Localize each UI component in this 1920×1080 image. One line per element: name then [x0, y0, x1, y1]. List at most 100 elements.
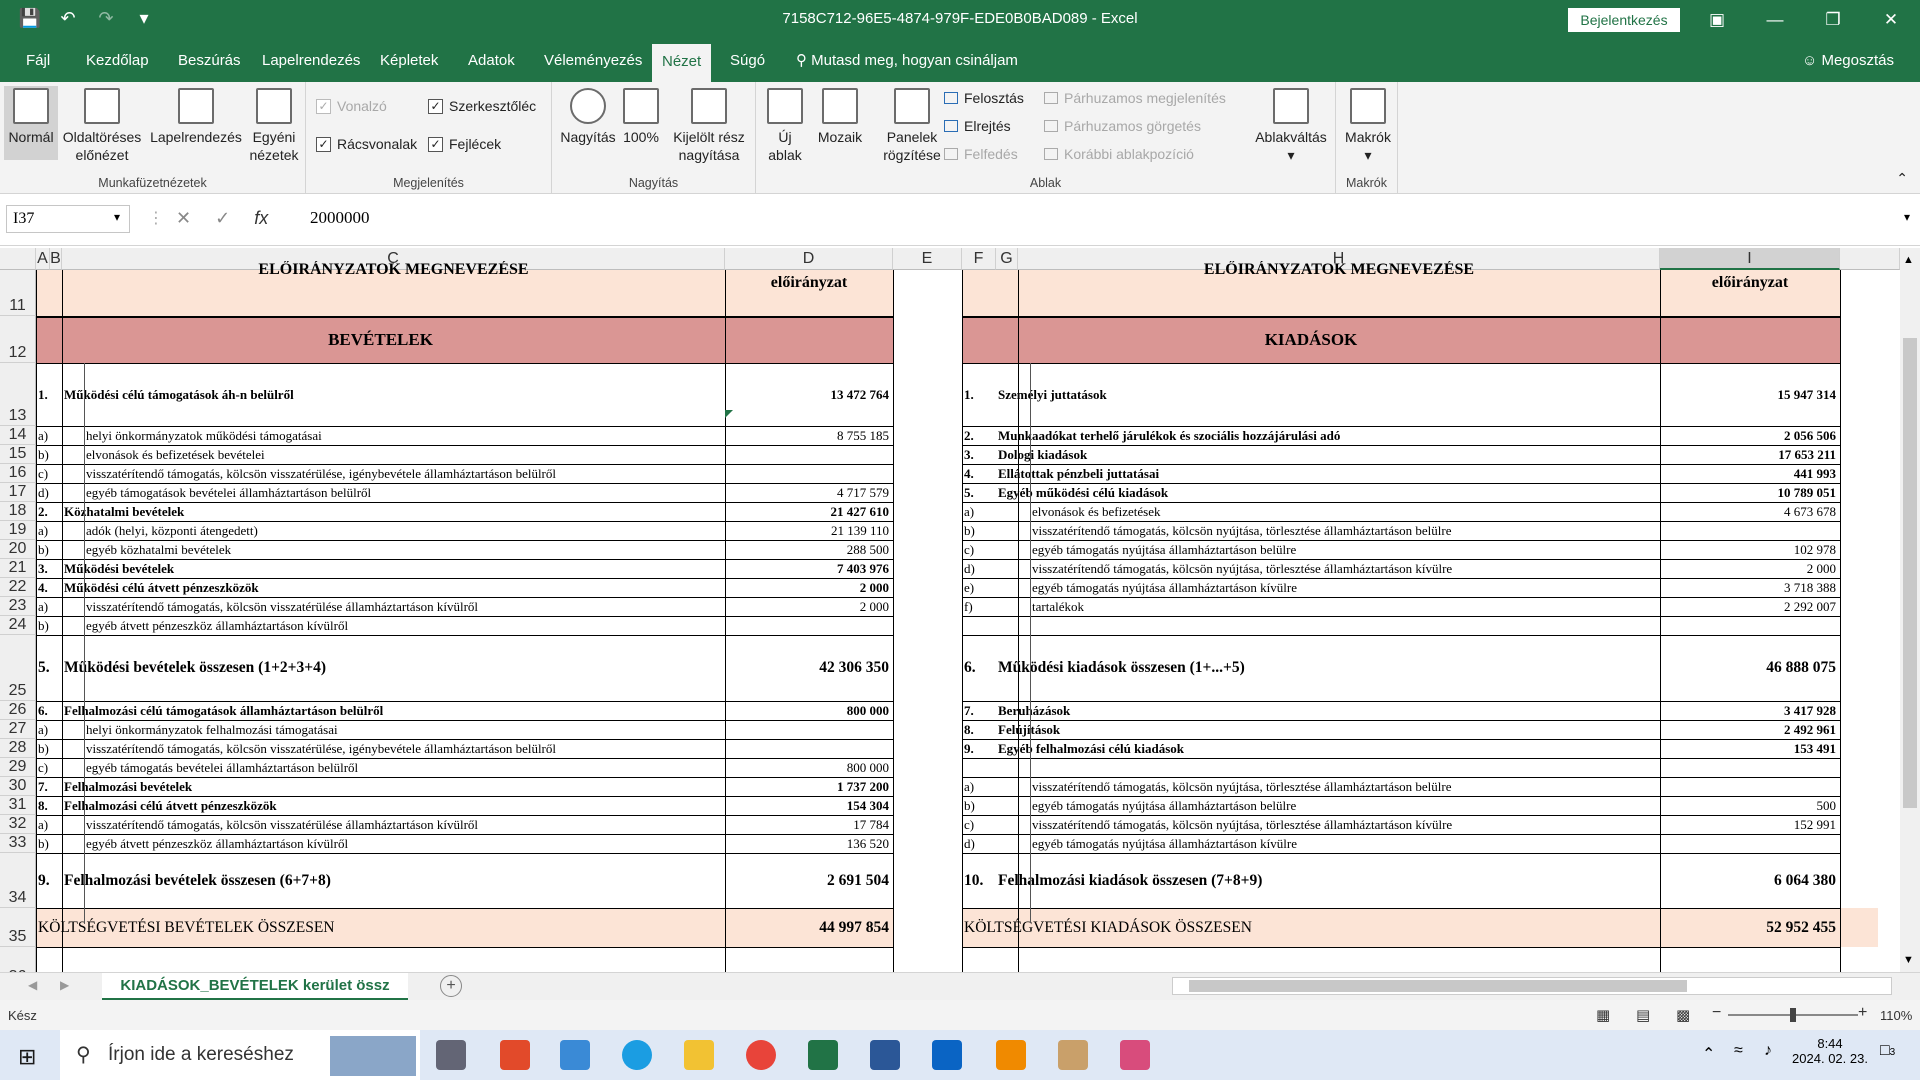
- row-header-13[interactable]: 13: [0, 363, 36, 426]
- row-header-31[interactable]: 31: [0, 796, 36, 815]
- zoom-selection-button[interactable]: Kijelölt rész nagyítása: [664, 86, 754, 164]
- drag-handle-icon[interactable]: ⋮: [148, 208, 164, 228]
- row-header-26[interactable]: 26: [0, 701, 36, 720]
- zoom-100-button[interactable]: 100%: [620, 86, 662, 146]
- enter-icon[interactable]: ✓: [215, 208, 230, 229]
- row-header-16[interactable]: 16: [0, 464, 36, 483]
- horizontal-scrollbar[interactable]: [1172, 977, 1892, 995]
- tab-file[interactable]: Fájl: [16, 40, 60, 82]
- excel-icon[interactable]: [808, 1040, 838, 1070]
- formula-input[interactable]: 2000000: [310, 208, 370, 228]
- wifi-icon[interactable]: ≈: [1734, 1042, 1743, 1060]
- prev-sheet-icon[interactable]: ◀: [28, 978, 37, 992]
- formula-bar-checkbox[interactable]: ✓ Szerkesztőléc: [428, 98, 536, 114]
- collapse-ribbon-icon[interactable]: ⌃: [1896, 170, 1908, 187]
- side-by-side-button[interactable]: Párhuzamos megjelenítés: [1044, 90, 1226, 106]
- sheet-tab[interactable]: KIADÁSOK_BEVÉTELEK kerület össz: [102, 973, 408, 1001]
- page-break-view-button[interactable]: Oldaltöréses előnézet: [60, 86, 144, 164]
- insert-function-icon[interactable]: fx: [254, 208, 268, 229]
- headings-checkbox[interactable]: ✓ Fejlécek: [428, 136, 501, 152]
- vertical-scrollbar[interactable]: ▲ ▼: [1900, 248, 1920, 972]
- row-header-32[interactable]: 32: [0, 815, 36, 834]
- macros-button[interactable]: Makrók ▾: [1342, 86, 1394, 164]
- vlc-icon[interactable]: [996, 1040, 1026, 1070]
- next-sheet-icon[interactable]: ▶: [60, 978, 69, 992]
- control-panel-icon[interactable]: [560, 1040, 590, 1070]
- zoom-out-icon[interactable]: −: [1712, 1004, 1721, 1022]
- unhide-button[interactable]: Felfedés: [944, 146, 1018, 162]
- normal-view-icon[interactable]: ▦: [1596, 1006, 1610, 1024]
- word-icon[interactable]: [870, 1040, 900, 1070]
- select-all-corner[interactable]: [0, 248, 36, 270]
- tab-home[interactable]: Kezdőlap: [76, 40, 159, 82]
- row-header-29[interactable]: 29: [0, 758, 36, 777]
- close-icon[interactable]: ✕: [1862, 0, 1920, 40]
- row-header-11[interactable]: 11: [0, 270, 36, 316]
- row-header-27[interactable]: 27: [0, 720, 36, 739]
- name-box[interactable]: I37: [6, 205, 130, 233]
- edge-icon[interactable]: [622, 1040, 652, 1070]
- page-layout-icon[interactable]: ▤: [1636, 1006, 1650, 1024]
- row-header-14[interactable]: 14: [0, 426, 36, 445]
- scroll-thumb[interactable]: [1903, 338, 1917, 808]
- volume-icon[interactable]: ♪: [1764, 1042, 1772, 1060]
- clock[interactable]: 8:44 2024. 02. 23.: [1790, 1036, 1870, 1066]
- row-header-36[interactable]: 36: [0, 947, 36, 972]
- tell-me[interactable]: ⚲ Mutasd meg, hogyan csináljam: [786, 40, 1028, 82]
- office-icon[interactable]: [500, 1040, 530, 1070]
- hide-button[interactable]: Elrejtés: [944, 118, 1011, 134]
- row-header-35[interactable]: 35: [0, 908, 36, 947]
- column-header-A[interactable]: A: [36, 248, 50, 270]
- new-window-button[interactable]: Új ablak: [762, 86, 808, 164]
- tab-help[interactable]: Súgó: [720, 40, 775, 82]
- row-header-28[interactable]: 28: [0, 739, 36, 758]
- row-header-30[interactable]: 30: [0, 777, 36, 796]
- row-header-17[interactable]: 17: [0, 483, 36, 502]
- restore-icon[interactable]: ❐: [1804, 0, 1862, 40]
- split-button[interactable]: Felosztás: [944, 90, 1024, 106]
- worksheet-grid[interactable]: A B C D E F G H I 11 12 13 14 15 16 17 18 19 20 21 22 23 24 25 2…: [0, 248, 1900, 972]
- snipping-tool-icon[interactable]: [1120, 1040, 1150, 1070]
- zoom-in-icon[interactable]: +: [1858, 1004, 1867, 1022]
- chrome-icon[interactable]: [746, 1040, 776, 1070]
- hscroll-thumb[interactable]: [1189, 980, 1687, 992]
- task-view-icon[interactable]: [436, 1040, 466, 1070]
- scroll-up-icon[interactable]: ▲: [1903, 254, 1914, 266]
- expand-formula-icon[interactable]: ▾: [1904, 210, 1910, 224]
- row-header-19[interactable]: 19: [0, 521, 36, 540]
- add-sheet-icon[interactable]: +: [440, 975, 462, 997]
- notifications-icon[interactable]: □3: [1880, 1042, 1895, 1060]
- freeze-panes-button[interactable]: Panelek rögzítése: [872, 86, 952, 164]
- column-header-E[interactable]: E: [893, 248, 962, 270]
- tab-page-layout[interactable]: Lapelrendezés: [252, 40, 370, 82]
- page-layout-view-button[interactable]: Lapelrendezés: [146, 86, 246, 146]
- normal-view-button[interactable]: Normál: [4, 86, 58, 160]
- tab-view[interactable]: Nézet: [652, 44, 712, 82]
- file-explorer-icon[interactable]: [684, 1040, 714, 1070]
- tab-insert[interactable]: Beszúrás: [168, 40, 251, 82]
- column-header-blank[interactable]: [1840, 248, 1900, 270]
- column-header-B[interactable]: B: [50, 248, 62, 270]
- reset-position-button[interactable]: Korábbi ablakpozíció: [1044, 146, 1194, 162]
- minimize-icon[interactable]: —: [1746, 0, 1804, 40]
- row-header-25[interactable]: 25: [0, 635, 36, 701]
- row-header-34[interactable]: 34: [0, 853, 36, 908]
- outlook-icon[interactable]: [932, 1040, 962, 1070]
- row-header-24[interactable]: 24: [0, 616, 36, 635]
- column-header-I[interactable]: I: [1660, 248, 1840, 270]
- row-header-15[interactable]: 15: [0, 445, 36, 464]
- tray-chevron-icon[interactable]: ⌃: [1702, 1044, 1715, 1064]
- ruler-checkbox[interactable]: ✓ Vonalzó: [316, 98, 387, 114]
- row-header-21[interactable]: 21: [0, 559, 36, 578]
- arrange-all-button[interactable]: Mozaik: [810, 86, 870, 146]
- row-header-18[interactable]: 18: [0, 502, 36, 521]
- sync-scroll-button[interactable]: Párhuzamos görgetés: [1044, 118, 1201, 134]
- cancel-icon[interactable]: ✕: [176, 208, 191, 229]
- windows-start-icon[interactable]: ⊞: [18, 1044, 36, 1070]
- zoom-button[interactable]: Nagyítás: [556, 86, 620, 146]
- row-header-23[interactable]: 23: [0, 597, 36, 616]
- page-break-icon[interactable]: ▩: [1676, 1006, 1690, 1024]
- zoom-slider-thumb[interactable]: [1790, 1008, 1796, 1022]
- paint-icon[interactable]: [1058, 1040, 1088, 1070]
- row-header-12[interactable]: 12: [0, 316, 36, 363]
